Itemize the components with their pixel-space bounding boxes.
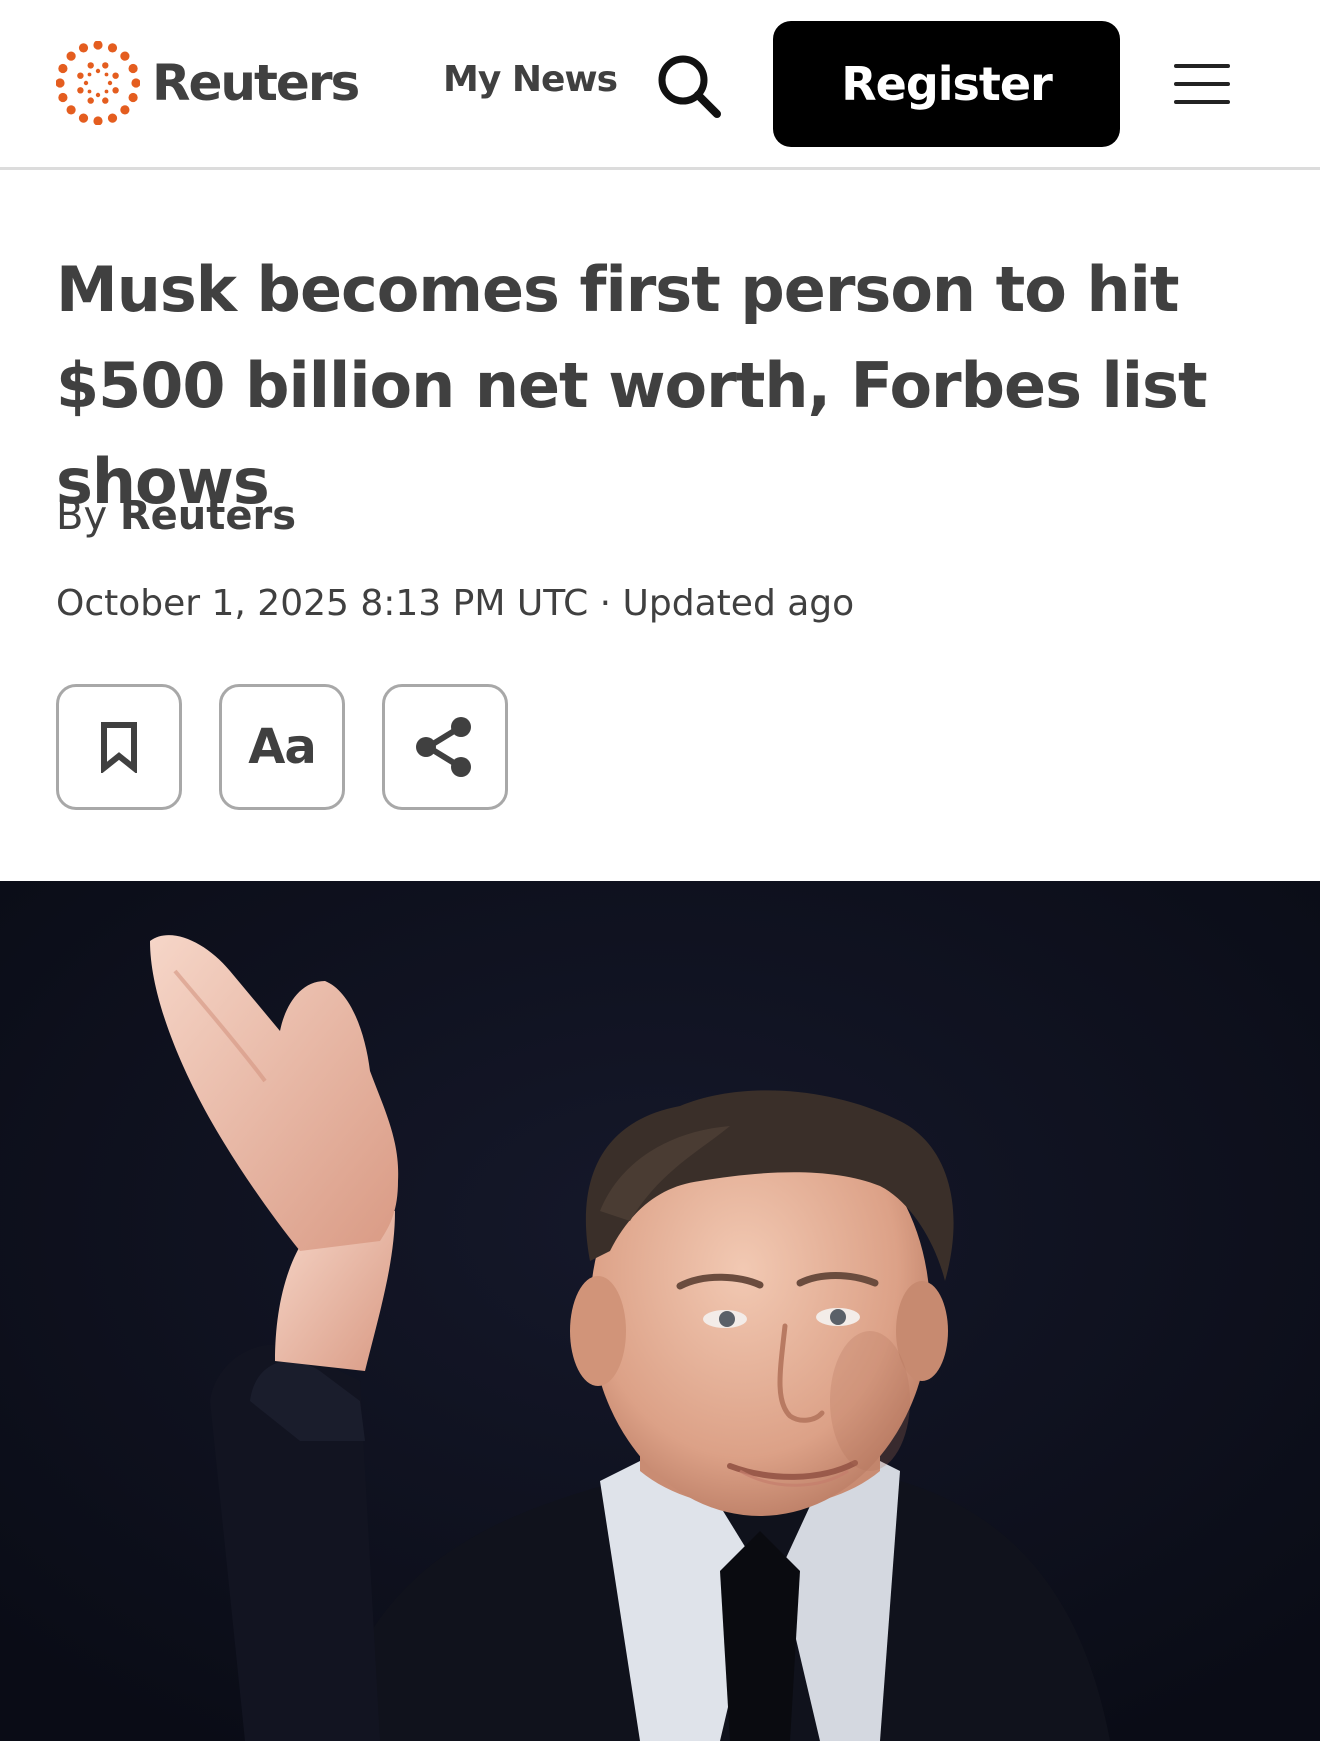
bookmark-icon xyxy=(101,722,137,773)
hero-photo-illustration xyxy=(0,881,1320,1741)
article-tools: Aa xyxy=(56,684,508,810)
article-dateline: October 1, 2025 8:13 PM UTC · Updated ag… xyxy=(56,583,855,624)
site-header: Reuters My News Register xyxy=(0,0,1320,170)
hamburger-menu-icon[interactable] xyxy=(1172,60,1232,108)
register-button[interactable]: Register xyxy=(773,21,1120,147)
search-button[interactable] xyxy=(655,52,723,120)
article-hero-image xyxy=(0,881,1320,1741)
text-size-label: Aa xyxy=(248,719,317,775)
share-icon xyxy=(416,717,471,777)
search-icon xyxy=(658,55,721,118)
share-button[interactable] xyxy=(382,684,508,810)
byline-prefix: By xyxy=(56,493,108,539)
byline-author-link[interactable]: Reuters xyxy=(120,493,296,539)
reuters-logo-icon xyxy=(56,41,140,125)
article-headline: Musk becomes first person to hit $500 bi… xyxy=(56,253,1208,518)
byline: By Reuters xyxy=(56,490,296,542)
reuters-logo[interactable]: Reuters xyxy=(56,41,360,125)
text-size-button[interactable]: Aa xyxy=(219,684,345,810)
bookmark-button[interactable] xyxy=(56,684,182,810)
my-news-link[interactable]: My News xyxy=(443,62,618,98)
logo-text: Reuters xyxy=(152,54,360,112)
